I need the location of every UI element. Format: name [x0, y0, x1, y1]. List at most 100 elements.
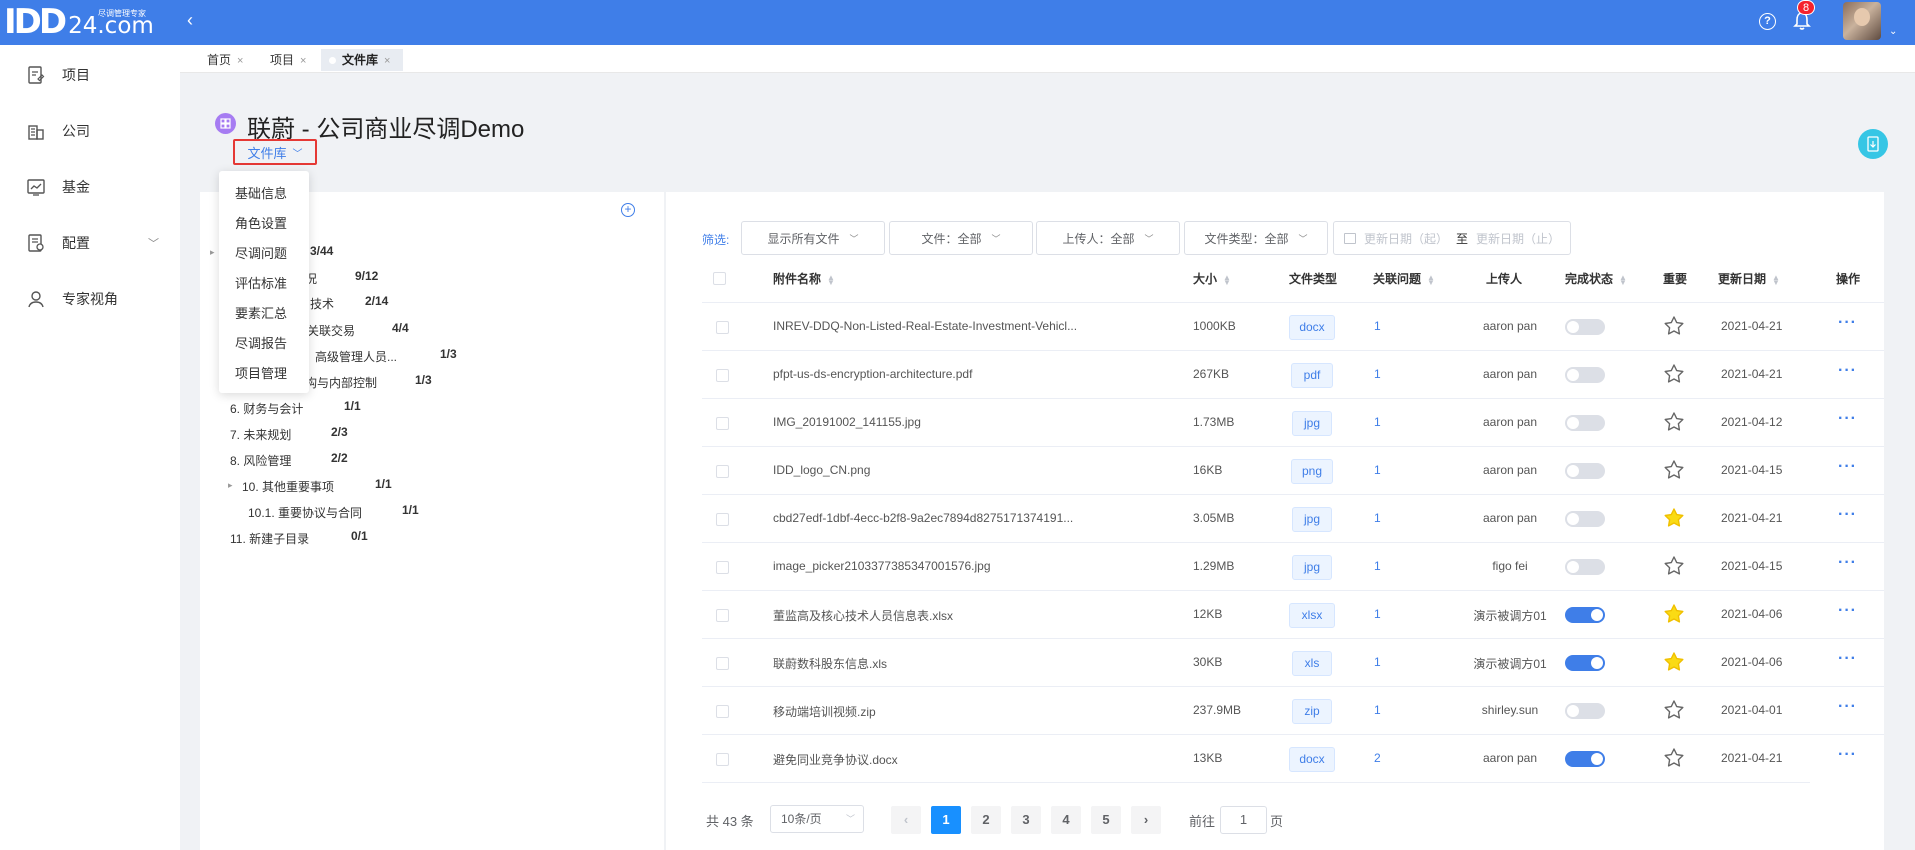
- linked-issues-link[interactable]: 1: [1374, 367, 1381, 381]
- star-filled-icon[interactable]: [1663, 507, 1685, 529]
- star-outline-icon[interactable]: [1663, 699, 1685, 721]
- file-type-filter-select[interactable]: 文件类型：全部 ﹀: [1184, 221, 1328, 255]
- column-header-size[interactable]: 大小 ▲ ▼: [1193, 270, 1231, 287]
- logo[interactable]: IDD 24.com 尽调管理专家: [0, 0, 170, 45]
- column-header-status[interactable]: 完成状态 ▲ ▼: [1565, 270, 1627, 287]
- expand-arrow-icon[interactable]: ▸: [228, 480, 233, 491]
- column-header-updated[interactable]: 更新日期 ▲ ▼: [1718, 270, 1780, 287]
- row-checkbox[interactable]: [716, 321, 729, 334]
- star-outline-icon[interactable]: [1663, 315, 1685, 337]
- tree-item[interactable]: 7. 未来规划: [230, 426, 291, 443]
- more-actions-icon[interactable]: ···: [1838, 314, 1857, 332]
- column-header-name[interactable]: 附件名称 ▲ ▼: [773, 270, 835, 287]
- star-outline-icon[interactable]: [1663, 459, 1685, 481]
- close-icon[interactable]: ×: [237, 55, 243, 67]
- row-checkbox[interactable]: [716, 705, 729, 718]
- more-actions-icon[interactable]: ···: [1838, 410, 1857, 428]
- star-outline-icon[interactable]: [1663, 555, 1685, 577]
- linked-issues-link[interactable]: 1: [1374, 655, 1381, 669]
- completion-toggle[interactable]: [1565, 559, 1605, 575]
- completion-toggle[interactable]: [1565, 511, 1605, 527]
- next-page-button[interactable]: ›: [1131, 806, 1161, 834]
- linked-issues-link[interactable]: 1: [1374, 703, 1381, 717]
- completion-toggle[interactable]: [1565, 367, 1605, 383]
- linked-issues-link[interactable]: 1: [1374, 415, 1381, 429]
- linked-issues-link[interactable]: 2: [1374, 751, 1381, 765]
- more-actions-icon[interactable]: ···: [1838, 506, 1857, 524]
- menu-item-project-mgmt[interactable]: 项目管理: [235, 363, 287, 382]
- tree-item[interactable]: 10.1. 重要协议与合同: [248, 504, 362, 521]
- more-actions-icon[interactable]: ···: [1838, 554, 1857, 572]
- file-name-link[interactable]: pfpt-us-ds-encryption-architecture.pdf: [773, 367, 972, 381]
- avatar[interactable]: [1843, 2, 1881, 40]
- completion-toggle[interactable]: [1565, 655, 1605, 671]
- linked-issues-link[interactable]: 1: [1374, 607, 1381, 621]
- date-range-picker[interactable]: 更新日期（起） 至 更新日期（止）: [1333, 221, 1571, 255]
- file-filter-select[interactable]: 文件：全部 ﹀: [889, 221, 1033, 255]
- file-name-link[interactable]: 避免同业竞争协议.docx: [773, 751, 898, 768]
- page-button[interactable]: 1: [931, 806, 961, 834]
- linked-issues-link[interactable]: 1: [1374, 319, 1381, 333]
- page-button[interactable]: 3: [1011, 806, 1041, 834]
- uploader-filter-select[interactable]: 上传人：全部 ﹀: [1036, 221, 1180, 255]
- collapse-sidebar-icon[interactable]: ‹: [187, 10, 193, 31]
- close-icon[interactable]: ×: [384, 55, 390, 67]
- file-name-link[interactable]: IMG_20191002_141155.jpg: [773, 415, 921, 429]
- menu-item-criteria[interactable]: 评估标准: [235, 273, 287, 292]
- menu-item-role-settings[interactable]: 角色设置: [235, 213, 287, 232]
- more-actions-icon[interactable]: ···: [1838, 650, 1857, 668]
- sidebar-item-config[interactable]: 配置 ﹀: [0, 223, 180, 263]
- page-button[interactable]: 4: [1051, 806, 1081, 834]
- file-name-link[interactable]: 联蔚数科股东信息.xls: [773, 655, 887, 672]
- tree-item[interactable]: 关联交易: [307, 322, 355, 339]
- file-name-link[interactable]: INREV-DDQ-Non-Listed-Real-Estate-Investm…: [773, 319, 1077, 333]
- completion-toggle[interactable]: [1565, 415, 1605, 431]
- page-button[interactable]: 2: [971, 806, 1001, 834]
- more-actions-icon[interactable]: ···: [1838, 698, 1857, 716]
- completion-toggle[interactable]: [1565, 319, 1605, 335]
- date-start-input[interactable]: 更新日期（起）: [1364, 230, 1448, 247]
- row-checkbox[interactable]: [716, 657, 729, 670]
- tree-item[interactable]: 11. 新建子目录: [230, 530, 309, 547]
- completion-toggle[interactable]: [1565, 703, 1605, 719]
- tab-home[interactable]: 首页 ×: [195, 49, 243, 71]
- add-folder-icon[interactable]: +: [621, 203, 635, 217]
- more-actions-icon[interactable]: ···: [1838, 362, 1857, 380]
- menu-item-summary[interactable]: 要素汇总: [235, 303, 287, 322]
- page-size-select[interactable]: 10条/页 ﹀: [770, 805, 864, 833]
- file-name-link[interactable]: IDD_logo_CN.png: [773, 463, 870, 477]
- menu-item-dd-report[interactable]: 尽调报告: [235, 333, 287, 352]
- section-dropdown[interactable]: 文件库 ﹀: [233, 139, 317, 165]
- row-checkbox[interactable]: [716, 753, 729, 766]
- date-end-input[interactable]: 更新日期（止）: [1476, 230, 1560, 247]
- sidebar-item-companies[interactable]: 公司: [0, 111, 180, 151]
- page-button[interactable]: 5: [1091, 806, 1121, 834]
- star-outline-icon[interactable]: [1663, 411, 1685, 433]
- sidebar-item-expert[interactable]: 专家视角: [0, 279, 180, 319]
- file-name-link[interactable]: 移动端培训视频.zip: [773, 703, 876, 720]
- column-header-issues[interactable]: 关联问题 ▲ ▼: [1373, 270, 1435, 287]
- completion-toggle[interactable]: [1565, 607, 1605, 623]
- sidebar-item-projects[interactable]: 项目: [0, 55, 180, 95]
- star-filled-icon[interactable]: [1663, 651, 1685, 673]
- export-button[interactable]: [1858, 129, 1888, 159]
- star-outline-icon[interactable]: [1663, 363, 1685, 385]
- tab-file-library[interactable]: 文件库 ×: [321, 49, 403, 71]
- row-checkbox[interactable]: [716, 513, 729, 526]
- row-checkbox[interactable]: [716, 465, 729, 478]
- completion-toggle[interactable]: [1565, 463, 1605, 479]
- tab-projects[interactable]: 项目 ×: [258, 49, 306, 71]
- star-outline-icon[interactable]: [1663, 747, 1685, 769]
- file-name-link[interactable]: 董监高及核心技术人员信息表.xlsx: [773, 607, 953, 624]
- star-filled-icon[interactable]: [1663, 603, 1685, 625]
- row-checkbox[interactable]: [716, 369, 729, 382]
- file-name-link[interactable]: image_picker2103377385347001576.jpg: [773, 559, 991, 573]
- linked-issues-link[interactable]: 1: [1374, 463, 1381, 477]
- menu-item-dd-questions[interactable]: 尽调问题: [235, 243, 287, 262]
- tree-item[interactable]: 构与内部控制: [305, 374, 377, 391]
- linked-issues-link[interactable]: 1: [1374, 559, 1381, 573]
- goto-page-input[interactable]: 1: [1220, 806, 1267, 834]
- tree-item[interactable]: 技术: [310, 295, 334, 312]
- prev-page-button[interactable]: ‹: [891, 806, 921, 834]
- expand-arrow-icon[interactable]: ▸: [210, 247, 215, 258]
